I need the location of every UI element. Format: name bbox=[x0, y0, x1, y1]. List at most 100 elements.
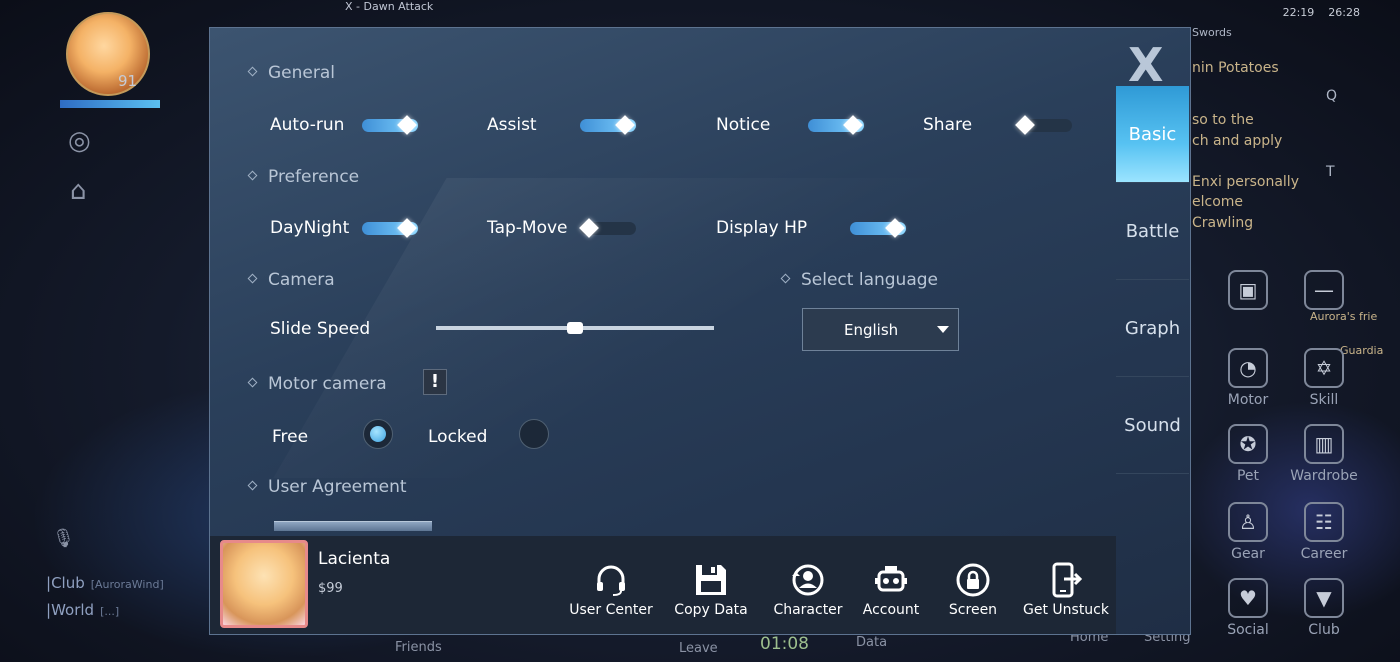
auto-run-toggle[interactable] bbox=[362, 115, 418, 135]
account-label: Account bbox=[862, 602, 920, 618]
hud-career-label: Career bbox=[1300, 546, 1348, 562]
account-icon bbox=[873, 562, 909, 598]
motor-camera-info-button[interactable]: ! bbox=[423, 369, 447, 395]
microphone-icon[interactable]: 🎙 bbox=[52, 528, 75, 549]
day-night-label: DayNight bbox=[270, 218, 350, 238]
diamond-bullet-icon bbox=[247, 273, 258, 284]
chat-tab-world[interactable]: |World [...] bbox=[46, 601, 119, 619]
hud-gear[interactable]: ♙ Gear bbox=[1208, 502, 1288, 562]
right-side-letter: T bbox=[1326, 164, 1335, 180]
bottom-data[interactable]: Data bbox=[856, 635, 887, 650]
right-chat-line: elcome bbox=[1192, 194, 1244, 210]
hud-skill[interactable]: ✡ Skill bbox=[1284, 348, 1364, 408]
close-button[interactable]: X bbox=[1128, 38, 1163, 92]
chat-tab-club[interactable]: |Club [AuroraWind] bbox=[46, 574, 164, 592]
hud-club-label: Club bbox=[1308, 622, 1340, 638]
right-chat-line: so to the bbox=[1192, 112, 1254, 128]
bottom-timer: 01:08 bbox=[760, 634, 809, 654]
chevron-down-icon bbox=[937, 326, 949, 333]
player-hp-bar bbox=[60, 100, 160, 108]
right-chat-line: ch and apply bbox=[1192, 133, 1283, 149]
diamond-bullet-icon bbox=[780, 273, 791, 284]
user-center-label: User Center bbox=[569, 602, 653, 618]
phone-exit-icon bbox=[1048, 562, 1084, 598]
hud-social[interactable]: ♥ Social bbox=[1208, 578, 1288, 638]
assist-label: Assist bbox=[487, 115, 537, 135]
career-icon: ☷ bbox=[1304, 502, 1344, 542]
home-icon[interactable]: ⌂ bbox=[70, 176, 87, 206]
display-hp-label: Display HP bbox=[716, 218, 808, 238]
user-center-button[interactable]: User Center bbox=[568, 562, 654, 618]
character-portrait[interactable] bbox=[220, 540, 308, 628]
hud-career[interactable]: ☷ Career bbox=[1284, 502, 1364, 562]
locked-label: Locked bbox=[428, 427, 488, 447]
language-value: English bbox=[844, 321, 899, 339]
minus-icon: — bbox=[1304, 270, 1344, 310]
gear-icon: ♙ bbox=[1228, 502, 1268, 542]
diamond-bullet-icon bbox=[247, 480, 258, 491]
copy-data-label: Copy Data bbox=[674, 602, 748, 618]
hud-motor[interactable]: ◔ Motor bbox=[1208, 348, 1288, 408]
character-label: Character bbox=[773, 602, 843, 618]
free-label: Free bbox=[272, 427, 309, 447]
right-chat-line: Swords bbox=[1192, 26, 1232, 39]
hud-skill-label: Skill bbox=[1309, 392, 1339, 408]
status-time: 22:19 bbox=[1282, 6, 1315, 19]
share-toggle[interactable] bbox=[1015, 115, 1072, 135]
pet-icon: ✪ bbox=[1228, 424, 1268, 464]
user-agreement-button[interactable] bbox=[274, 521, 432, 531]
tap-move-toggle[interactable] bbox=[579, 218, 636, 238]
tab-graph[interactable]: Graph bbox=[1116, 280, 1189, 377]
section-camera: Camera bbox=[247, 270, 335, 290]
section-user-agreement-label: User Agreement bbox=[268, 477, 407, 497]
hud-pet[interactable]: ✪ Pet bbox=[1208, 424, 1288, 484]
section-general-label: General bbox=[268, 63, 335, 83]
get-unstuck-button[interactable]: Get Unstuck bbox=[1020, 562, 1112, 618]
section-camera-label: Camera bbox=[268, 270, 335, 290]
tab-basic[interactable]: Basic bbox=[1116, 86, 1189, 183]
section-general: General bbox=[247, 63, 335, 83]
free-radio[interactable] bbox=[363, 419, 393, 449]
hud-wardrobe[interactable]: ▥ Wardrobe bbox=[1284, 424, 1364, 484]
tap-move-label: Tap-Move bbox=[487, 218, 568, 238]
player-avatar[interactable] bbox=[66, 12, 150, 96]
lock-screen-icon bbox=[955, 562, 991, 598]
hud-gear-label: Gear bbox=[1231, 546, 1265, 562]
section-select-language: Select language bbox=[780, 270, 938, 290]
day-night-toggle[interactable] bbox=[362, 218, 418, 238]
toolbox-button[interactable]: ▣ bbox=[1208, 270, 1288, 314]
slider-thumb[interactable] bbox=[567, 322, 583, 334]
hud-motor-label: Motor bbox=[1227, 392, 1269, 408]
motor-icon: ◔ bbox=[1228, 348, 1268, 388]
screen-label: Screen bbox=[948, 602, 998, 618]
tab-sound[interactable]: Sound bbox=[1116, 377, 1189, 474]
locked-radio[interactable] bbox=[519, 419, 549, 449]
display-hp-toggle[interactable] bbox=[850, 218, 906, 238]
status-time-secondary: 26:28 bbox=[1328, 6, 1360, 19]
device-status: 22:19 26:28 bbox=[1283, 6, 1360, 19]
account-button[interactable]: Account bbox=[858, 562, 924, 618]
tab-battle[interactable]: Battle bbox=[1116, 183, 1189, 280]
skill-icon: ✡ bbox=[1304, 348, 1344, 388]
section-user-agreement: User Agreement bbox=[247, 477, 407, 497]
character-button[interactable]: Character bbox=[772, 562, 844, 618]
screen-button[interactable]: Screen bbox=[946, 562, 1000, 618]
right-side-letter: Q bbox=[1326, 88, 1338, 104]
character-gold: $99 bbox=[318, 581, 343, 596]
right-chat-line: nin Potatoes bbox=[1192, 60, 1279, 76]
hud-club[interactable]: ▼ Club bbox=[1284, 578, 1364, 638]
notice-toggle[interactable] bbox=[808, 115, 864, 135]
eye-icon[interactable]: ◎ bbox=[68, 126, 91, 156]
share-label: Share bbox=[923, 115, 973, 135]
assist-toggle[interactable] bbox=[580, 115, 636, 135]
bottom-friends[interactable]: Friends bbox=[395, 640, 442, 655]
copy-data-button[interactable]: Copy Data bbox=[672, 562, 750, 618]
player-level: 91 bbox=[118, 72, 138, 90]
minus-button[interactable]: — bbox=[1284, 270, 1364, 314]
toolbox-icon: ▣ bbox=[1228, 270, 1268, 310]
language-dropdown[interactable]: English bbox=[802, 308, 959, 351]
diamond-bullet-icon bbox=[247, 377, 258, 388]
notice-label: Notice bbox=[716, 115, 771, 135]
bottom-leave[interactable]: Leave bbox=[679, 641, 718, 656]
slide-speed-slider[interactable] bbox=[436, 322, 714, 334]
